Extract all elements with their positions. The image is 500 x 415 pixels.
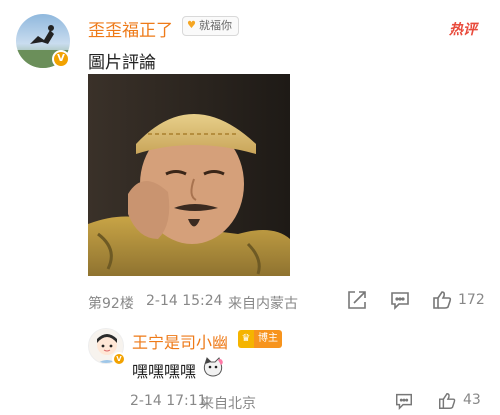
fan-tag-icon: ♥	[187, 20, 196, 31]
verified-badge-icon: V	[52, 50, 70, 68]
reply-source: 来自北京	[200, 396, 256, 412]
hot-comment-label: 热评	[449, 22, 477, 38]
blogger-badge-label: 博主	[254, 330, 282, 348]
verified-badge-icon: V	[112, 352, 126, 366]
fan-tag[interactable]: ♥ 就福你	[182, 16, 239, 36]
blogger-badge: ♛ 博主	[238, 330, 282, 348]
commenter-username[interactable]: 歪歪福正了	[88, 16, 173, 41]
reply-like-icon[interactable]	[437, 391, 457, 411]
comment-date: 2-14 15:24	[146, 293, 223, 309]
crown-icon: ♛	[238, 330, 254, 348]
reply-like-count: 43	[463, 392, 481, 408]
like-count: 172	[458, 292, 485, 308]
reply-date: 2-14 17:11	[130, 393, 207, 409]
comment-icon[interactable]	[389, 289, 411, 311]
like-icon[interactable]	[431, 289, 453, 311]
comment-floor: 第92楼	[88, 296, 134, 312]
comment-text: 圖片評論	[88, 53, 156, 73]
share-icon[interactable]	[346, 289, 368, 311]
fan-tag-label: 就福你	[198, 19, 232, 32]
cat-emoji-icon	[202, 356, 224, 378]
reply-username[interactable]: 王宁是司小幽	[132, 329, 228, 353]
comment-source: 来自内蒙古	[228, 296, 298, 312]
reply-text: 嘿嘿嘿嘿	[132, 362, 197, 381]
comment-image[interactable]	[88, 74, 290, 276]
reply-comment-icon[interactable]	[394, 391, 414, 411]
